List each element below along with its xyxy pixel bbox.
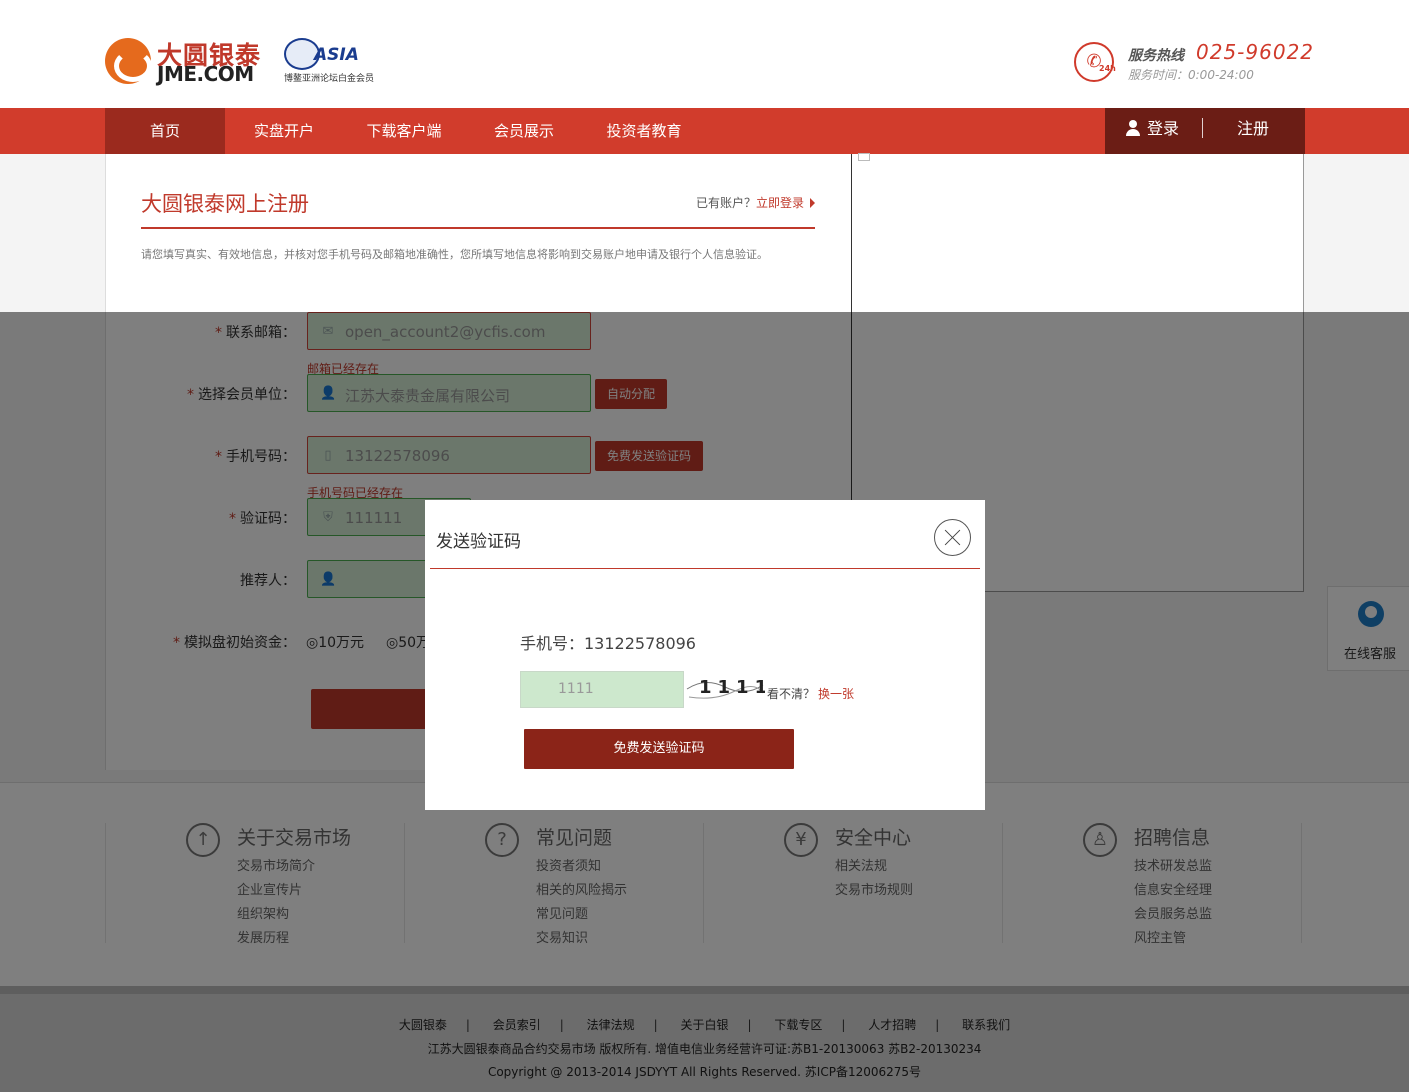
nav-item-members[interactable]: 会员展示	[465, 108, 583, 154]
site-logo[interactable]: 大圆银泰 JME.COM	[105, 36, 265, 86]
nav-item-home[interactable]: 首页	[105, 108, 225, 154]
captcha-text: 1111	[699, 677, 765, 698]
have-account: 已有账户？立即登录	[696, 194, 816, 211]
hotline-number: 025-96022	[1196, 40, 1315, 64]
badge-text: 博鳌亚洲论坛白金会员	[284, 74, 375, 84]
dialog-send-code-button[interactable]: 免费发送验证码	[524, 729, 794, 769]
login-now-link[interactable]: 立即登录	[756, 196, 804, 210]
login-link[interactable]: 登录	[1125, 108, 1179, 150]
captcha-hint: 看不清？	[767, 687, 816, 701]
service-hotline: ✆ 24h 服务热线 025-96022 服务时间：0:00-24:00	[1074, 40, 1315, 84]
user-icon	[1125, 120, 1141, 136]
badge-word: ASIA	[314, 45, 359, 65]
close-icon[interactable]	[934, 519, 971, 556]
register-notice: 请您填写真实、有效地信息，并核对您手机号码及邮箱地准确性，您所填写地信息将影响到…	[141, 248, 768, 261]
register-link[interactable]: 注册	[1237, 108, 1269, 150]
login-label: 登录	[1147, 119, 1180, 138]
boao-badge: ASIA 博鳌亚洲论坛白金会员	[284, 38, 384, 84]
site-header: 大圆银泰 JME.COM ASIA 博鳌亚洲论坛白金会员 ✆ 24h 服务热线 …	[0, 0, 1409, 108]
title-divider	[141, 227, 815, 229]
logo-mark-icon	[105, 38, 152, 84]
dialog-divider	[430, 568, 980, 569]
dialog-title: 发送验证码	[436, 532, 521, 552]
send-code-dialog: 发送验证码 手机号：13122578096 1111 1111 看不清？ 换一张…	[425, 500, 985, 810]
nav-item-open-account[interactable]: 实盘开户	[225, 108, 343, 154]
arrow-right-icon	[810, 198, 816, 208]
dialog-phone-text: 手机号：13122578096	[520, 634, 696, 653]
nav-divider	[1202, 118, 1203, 138]
nav-item-download[interactable]: 下载客户端	[343, 108, 465, 154]
broken-image-icon	[858, 153, 870, 161]
captcha-refresh-link[interactable]: 换一张	[818, 685, 854, 702]
phone-icon: ✆	[1074, 42, 1114, 82]
logo-en-text: JME.COM	[157, 62, 254, 86]
main-nav: 首页 实盘开户 下载客户端 会员展示 投资者教育 登录 注册	[0, 108, 1409, 154]
nav-item-education[interactable]: 投资者教育	[583, 108, 705, 154]
page-title: 大圆银泰网上注册	[141, 192, 309, 216]
have-account-text: 已有账户？	[696, 196, 757, 210]
captcha-image[interactable]: 1111	[685, 671, 765, 703]
hotline-hours: 服务时间：0:00-24:00	[1128, 68, 1254, 82]
auth-area: 登录 注册	[1105, 108, 1305, 154]
phone-24h-badge: 24h	[1099, 64, 1116, 73]
hotline-label: 服务热线	[1128, 48, 1184, 64]
captcha-input[interactable]: 1111	[520, 671, 684, 708]
